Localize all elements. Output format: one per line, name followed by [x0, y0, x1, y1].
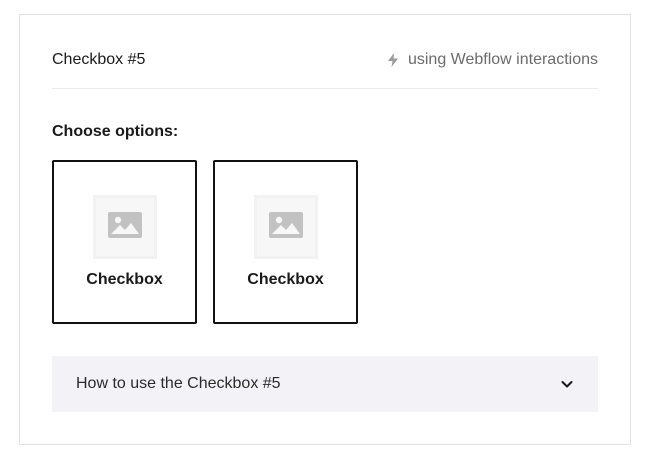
card-header: Checkbox #5 using Webflow interactions	[52, 15, 598, 89]
checkbox-option-1[interactable]: Checkbox	[52, 160, 197, 324]
interactions-note-text: using Webflow interactions	[407, 50, 598, 68]
options-label: Choose options:	[52, 123, 179, 140]
checkbox-group: Checkbox Checkbox	[52, 160, 358, 324]
image-placeholder-icon	[107, 211, 142, 243]
accordion-title: How to use the Checkbox #5	[76, 375, 281, 392]
card-title: Checkbox #5	[52, 50, 146, 68]
checkbox-option-2[interactable]: Checkbox	[213, 160, 358, 324]
lightning-bolt-icon	[386, 52, 400, 68]
option-thumbnail	[92, 195, 157, 259]
option-thumbnail	[253, 195, 318, 259]
how-to-accordion[interactable]: How to use the Checkbox #5	[52, 356, 598, 412]
component-card: Checkbox #5 using Webflow interactions C…	[19, 14, 631, 445]
interactions-note: using Webflow interactions	[386, 35, 598, 69]
image-placeholder-icon	[268, 211, 303, 243]
checkbox-option-label: Checkbox	[247, 271, 324, 288]
checkbox-option-label: Checkbox	[86, 271, 163, 288]
chevron-down-icon	[560, 377, 574, 391]
